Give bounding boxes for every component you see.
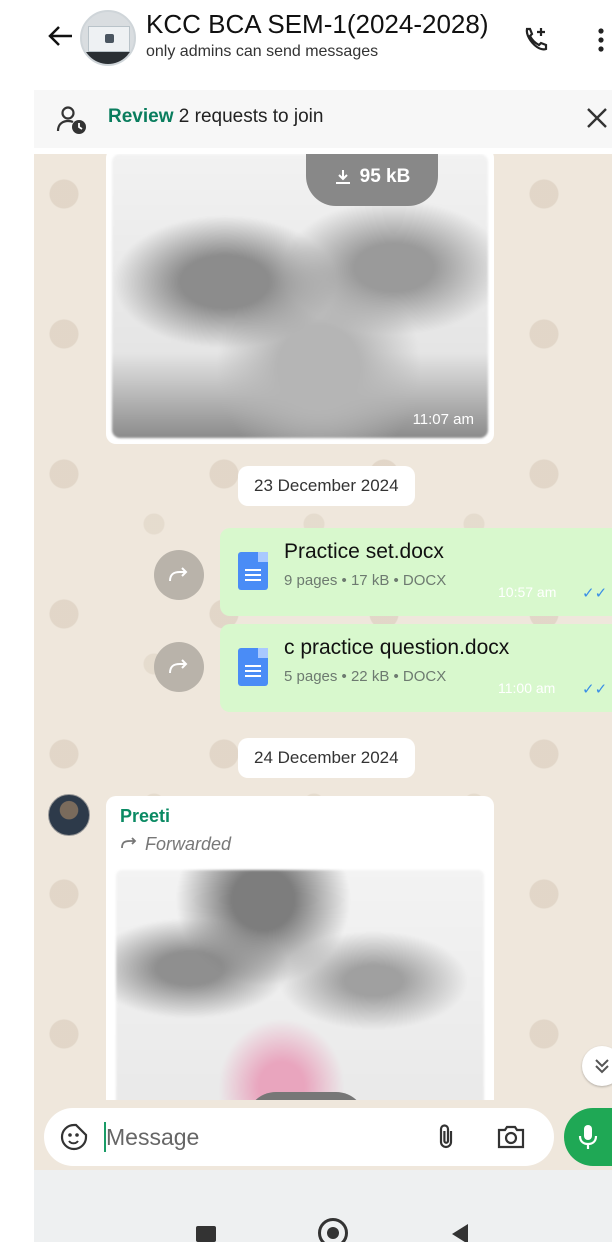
message-time: 11:07 am xyxy=(412,411,474,428)
dismiss-requests-button[interactable] xyxy=(582,103,612,133)
document-icon xyxy=(238,552,268,590)
document-name: c practice question.docx xyxy=(284,636,510,659)
date-divider: 24 December 2024 xyxy=(238,738,415,778)
system-navigation-bar xyxy=(34,1170,612,1242)
group-title-block[interactable]: KCC BCA SEM-1(2024-2028) only admins can… xyxy=(146,8,489,62)
pending-person-icon xyxy=(56,106,86,134)
message-time: 10:57 am xyxy=(498,584,557,600)
message-input[interactable] xyxy=(106,1116,396,1158)
read-ticks-icon: ✓✓ xyxy=(582,681,608,698)
forward-icon xyxy=(169,659,188,674)
scroll-to-bottom-button[interactable] xyxy=(582,1046,612,1086)
requests-count-text: 2 requests to join xyxy=(178,106,324,127)
blurred-image-preview xyxy=(116,870,484,1100)
recent-apps-icon[interactable] xyxy=(196,1226,216,1242)
back-arrow-icon xyxy=(48,26,72,46)
message-list[interactable]: 95 kB 11:07 am 23 December 2024 Practice… xyxy=(34,154,612,1100)
download-button[interactable]: 95 kB xyxy=(306,154,438,206)
add-call-icon xyxy=(525,27,548,51)
review-link[interactable]: Review xyxy=(108,106,173,127)
group-title: KCC BCA SEM-1(2024-2028) xyxy=(146,9,489,39)
document-message[interactable]: Practice set.docx 9 pages • 17 kB • DOCX… xyxy=(220,528,612,616)
forwarded-label: Forwarded xyxy=(120,834,231,855)
group-avatar-image xyxy=(88,26,130,52)
document-message[interactable]: c practice question.docx 5 pages • 22 kB… xyxy=(220,624,612,712)
message-input-container[interactable] xyxy=(44,1108,554,1166)
close-icon xyxy=(587,108,607,128)
composer xyxy=(34,1100,612,1170)
document-meta: 5 pages • 22 kB • DOCX xyxy=(284,668,447,685)
camera-icon[interactable] xyxy=(496,1122,526,1152)
image-message[interactable]: 95 kB 11:07 am xyxy=(106,154,494,444)
join-requests-banner[interactable]: Review 2 requests to join xyxy=(34,90,612,148)
voice-message-button[interactable] xyxy=(564,1108,612,1166)
document-name: Practice set.docx xyxy=(284,540,444,563)
sender-avatar[interactable] xyxy=(48,794,90,836)
microphone-icon xyxy=(578,1125,598,1149)
date-divider: 23 December 2024 xyxy=(238,466,415,506)
add-call-button[interactable] xyxy=(516,20,556,60)
download-size: 95 kB xyxy=(359,166,411,187)
attach-icon[interactable] xyxy=(432,1122,462,1152)
message-time: 11:00 am xyxy=(498,680,556,696)
group-subtitle: only admins can send messages xyxy=(146,43,379,60)
group-avatar[interactable] xyxy=(80,10,136,66)
document-meta: 9 pages • 17 kB • DOCX xyxy=(284,572,447,589)
document-icon xyxy=(238,648,268,686)
forward-button[interactable] xyxy=(154,550,204,600)
blurred-image-preview xyxy=(112,154,488,438)
home-icon[interactable] xyxy=(318,1218,348,1242)
more-options-button[interactable] xyxy=(590,20,612,60)
sticker-emoji-icon[interactable] xyxy=(60,1123,88,1151)
incoming-message[interactable]: Preeti Forwarded xyxy=(106,796,494,1100)
forward-button[interactable] xyxy=(154,642,204,692)
back-button[interactable] xyxy=(40,18,80,54)
chat-header: KCC BCA SEM-1(2024-2028) only admins can… xyxy=(0,0,612,78)
more-vert-icon xyxy=(598,28,604,52)
forwarded-icon xyxy=(121,837,137,849)
read-ticks-icon: ✓✓ xyxy=(582,585,608,602)
sender-name[interactable]: Preeti xyxy=(120,806,170,827)
double-chevron-down-icon xyxy=(595,1059,609,1074)
forward-icon xyxy=(169,567,188,582)
download-icon xyxy=(335,170,350,184)
join-requests-text: Review 2 requests to join xyxy=(108,106,323,128)
back-triangle-icon[interactable] xyxy=(452,1224,468,1242)
